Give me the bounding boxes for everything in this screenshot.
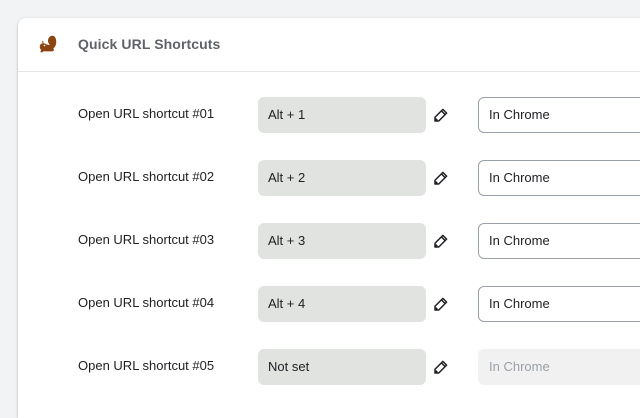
shortcut-key-field[interactable]: Alt + 3 [258, 223, 426, 259]
shortcut-row: Open URL shortcut #05 Not set In Chrome [18, 349, 640, 385]
open-mode-select[interactable]: In Chrome [478, 223, 640, 259]
open-mode-select[interactable]: In Chrome [478, 286, 640, 322]
shortcut-label: Open URL shortcut #05 [78, 358, 215, 373]
pencil-icon [434, 297, 448, 311]
pencil-icon [434, 360, 448, 374]
open-mode-select[interactable]: In Chrome [478, 97, 640, 133]
shortcut-row: Open URL shortcut #03 Alt + 3 In Chrome [18, 223, 640, 259]
shortcut-row: Open URL shortcut #01 Alt + 1 In Chrome [18, 97, 640, 133]
shortcut-label: Open URL shortcut #03 [78, 232, 215, 247]
shortcuts-card: Quick URL Shortcuts Open URL shortcut #0… [18, 18, 640, 418]
open-mode-select[interactable]: In Chrome [478, 160, 640, 196]
shortcut-label: Open URL shortcut #02 [78, 169, 215, 184]
shortcut-label: Open URL shortcut #04 [78, 295, 215, 310]
pencil-icon [434, 171, 448, 185]
pencil-icon [434, 234, 448, 248]
shortcut-label: Open URL shortcut #01 [78, 106, 215, 121]
edit-shortcut-button[interactable] [430, 356, 452, 378]
edit-shortcut-button[interactable] [430, 167, 452, 189]
edit-shortcut-button[interactable] [430, 104, 452, 126]
page-title: Quick URL Shortcuts [78, 36, 221, 52]
open-mode-select: In Chrome [478, 349, 640, 385]
pencil-icon [434, 108, 448, 122]
card-header: Quick URL Shortcuts [18, 18, 640, 72]
shortcut-key-field[interactable]: Alt + 4 [258, 286, 426, 322]
shortcut-row: Open URL shortcut #04 Alt + 4 In Chrome [18, 286, 640, 322]
shortcut-key-field[interactable]: Alt + 1 [258, 97, 426, 133]
shortcut-row: Open URL shortcut #02 Alt + 2 In Chrome [18, 160, 640, 196]
edit-shortcut-button[interactable] [430, 230, 452, 252]
shortcut-key-field[interactable]: Not set [258, 349, 426, 385]
edit-shortcut-button[interactable] [430, 293, 452, 315]
shortcut-key-field[interactable]: Alt + 2 [258, 160, 426, 196]
squirrel-icon [39, 35, 57, 53]
